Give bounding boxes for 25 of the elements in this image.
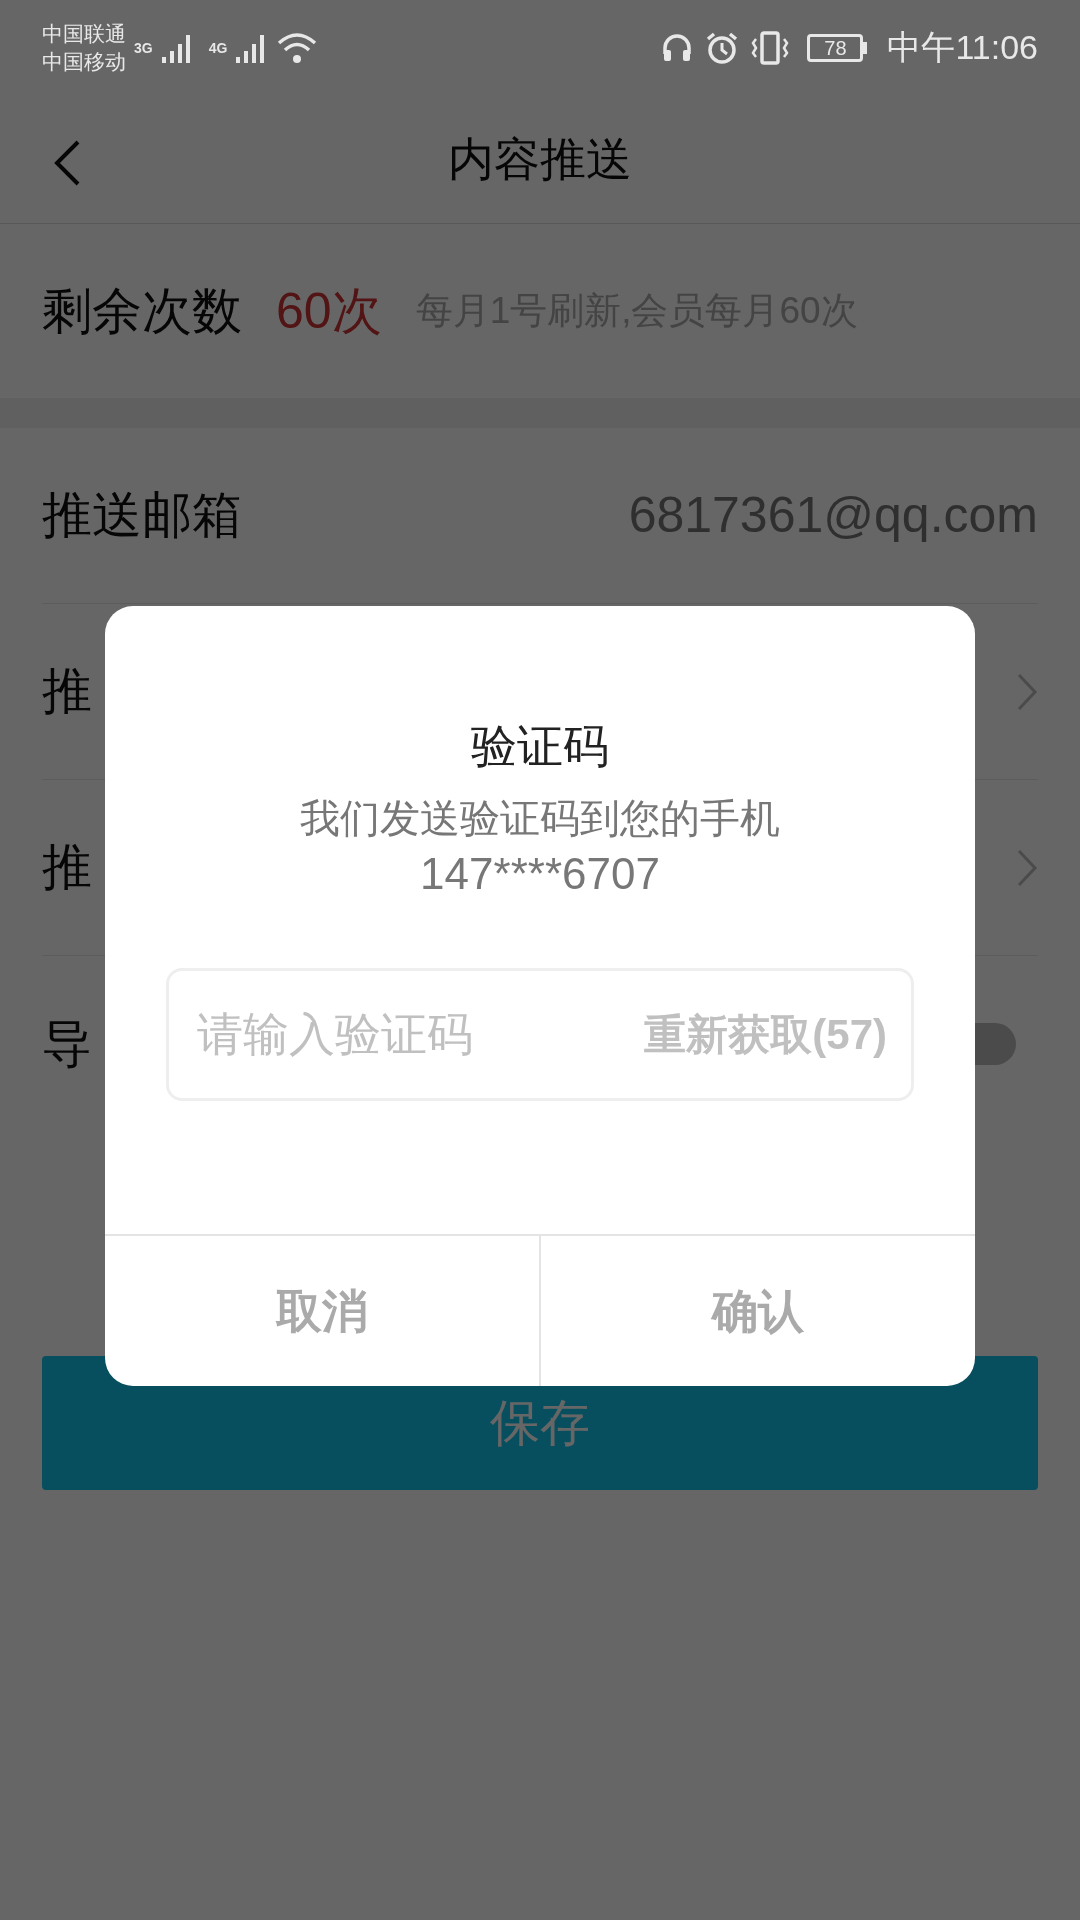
headphones-icon xyxy=(661,31,694,64)
carrier-name: 中国移动 xyxy=(42,48,126,75)
page-title: 内容推送 xyxy=(448,131,632,187)
code-input-field[interactable]: 请输入验证码 重新获取(57) xyxy=(166,968,914,1101)
back-icon[interactable] xyxy=(52,139,82,187)
remaining-count: 60次 xyxy=(276,281,382,341)
row-label: 导 xyxy=(42,1014,92,1074)
network-type: 3G xyxy=(134,38,153,58)
row-label: 推 xyxy=(42,838,92,897)
alarm-icon xyxy=(705,30,740,65)
vibrate-icon xyxy=(751,30,790,65)
network-type: 4G xyxy=(208,38,228,58)
remaining-label: 剩余次数 xyxy=(42,281,242,341)
resend-button[interactable]: 重新获取(57) xyxy=(644,1003,887,1066)
dialog-title: 验证码 xyxy=(471,719,609,774)
dialog-message: 我们发送验证码到您的手机 xyxy=(300,795,780,842)
row-label: 推 xyxy=(42,662,92,721)
chevron-icon[interactable] xyxy=(1016,847,1038,888)
phone-number: 147****6707 xyxy=(420,848,660,900)
clock-time: 中午11:06 xyxy=(887,27,1038,68)
wifi-icon xyxy=(277,30,318,65)
cancel-button[interactable]: 取消 xyxy=(105,1236,541,1386)
chevron-icon[interactable] xyxy=(1016,671,1038,712)
carrier-name: 中国联通 xyxy=(42,20,126,47)
row-label: 推送邮箱 xyxy=(42,486,242,545)
